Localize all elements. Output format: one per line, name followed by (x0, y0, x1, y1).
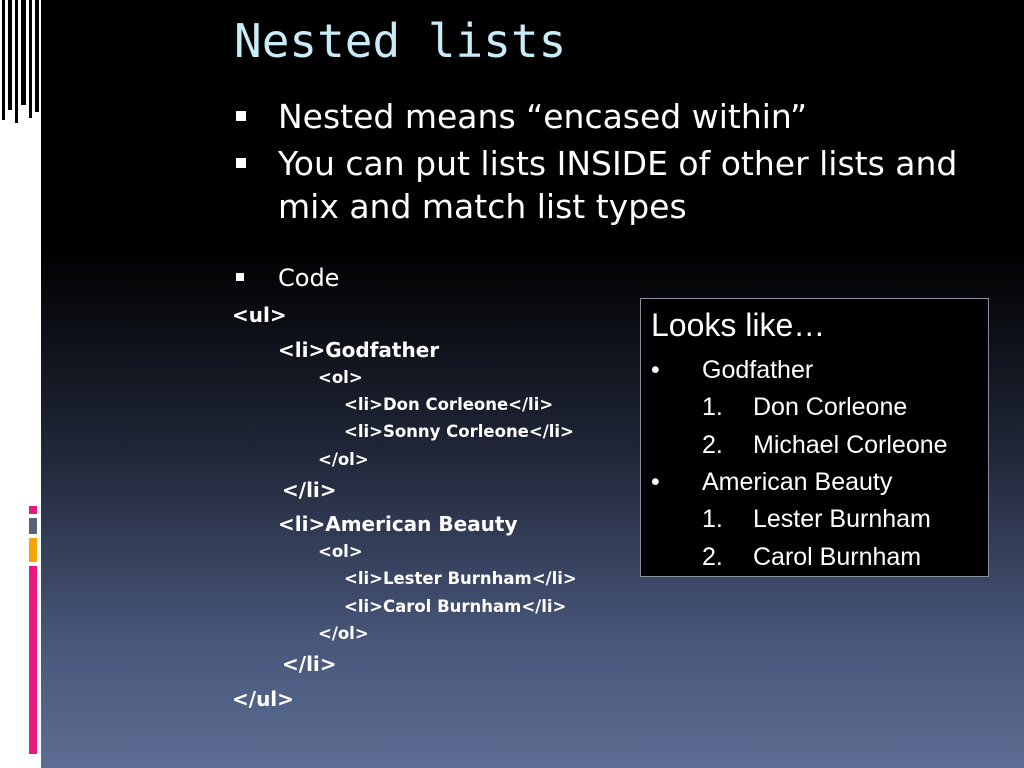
bullet-text: Nested means “encased within” (278, 97, 808, 136)
code-line: <li>Carol Burnham</li> (344, 597, 567, 616)
code-line: </ol> (318, 450, 369, 469)
code-line: <li>Lester Burnham</li> (344, 569, 577, 588)
code-line: <li>Godfather (278, 338, 440, 362)
code-line: <li>Sonny Corleone</li> (344, 422, 574, 441)
preview-list-item: Godfather (702, 356, 814, 384)
bullet-text: You can put lists INSIDE of other lists … (278, 144, 958, 226)
ordered-marker: 1. (702, 393, 723, 421)
preview-list-item: American Beauty (702, 468, 893, 496)
bullet-item: Nested means “encased within” (232, 95, 1012, 138)
bar-decoration (2, 0, 5, 120)
bullet-dot-icon: • (651, 468, 660, 496)
code-line: <li>Don Corleone</li> (344, 395, 554, 414)
preview-sublist-item: Carol Burnham (753, 543, 922, 571)
left-decoration-strip (0, 0, 41, 768)
code-line: <li>American Beauty (278, 512, 518, 536)
ordered-marker: 2. (702, 543, 723, 571)
accent-pink-bar-decoration (29, 566, 37, 754)
slide-title: Nested lists (234, 14, 567, 68)
preview-sublist-item: Michael Corleone (753, 431, 948, 459)
vertical-bars-decoration (2, 0, 40, 125)
preview-sublist-item: Lester Burnham (753, 505, 931, 533)
code-line: <ol> (318, 542, 363, 561)
code-label: Code (278, 264, 340, 292)
accent-gray-decoration (29, 518, 37, 534)
bar-decoration (29, 0, 32, 118)
square-bullet-icon (236, 111, 246, 121)
preview-title: Looks like… (651, 307, 826, 343)
bullet-list: Nested means “encased within” You can pu… (232, 95, 1012, 232)
preview-box: Looks like… • Godfather 1. Don Corleone … (640, 298, 989, 577)
ordered-marker: 1. (702, 505, 723, 533)
code-line: </li> (282, 652, 337, 676)
code-line: <ul> (232, 303, 287, 327)
code-line: <ol> (318, 368, 363, 387)
bullet-item: You can put lists INSIDE of other lists … (232, 142, 1012, 228)
square-bullet-icon (236, 158, 246, 168)
code-line: </ol> (318, 624, 369, 643)
bullet-dot-icon: • (651, 356, 660, 384)
bar-decoration (21, 0, 26, 105)
code-line: </ul> (232, 687, 294, 711)
square-bullet-icon (236, 273, 244, 281)
bar-decoration (35, 0, 39, 112)
bar-decoration (8, 0, 12, 110)
code-bullet-item: Code (232, 262, 339, 294)
ordered-marker: 2. (702, 431, 723, 459)
bar-decoration (15, 0, 18, 123)
accent-pink-decoration (29, 506, 37, 514)
code-line: </li> (282, 478, 337, 502)
accent-orange-decoration (29, 538, 37, 562)
preview-sublist-item: Don Corleone (753, 393, 908, 421)
